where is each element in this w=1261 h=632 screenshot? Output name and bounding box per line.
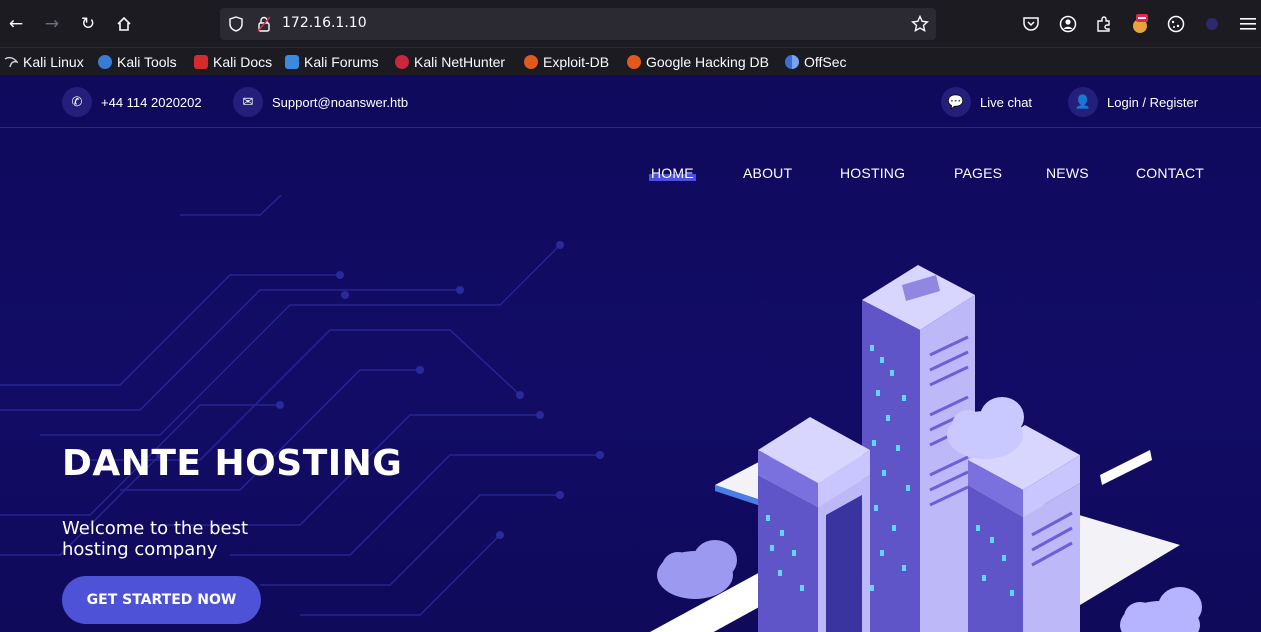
bookmark-label: Kali Linux	[23, 54, 84, 70]
hamburger-menu-icon[interactable]	[1237, 13, 1259, 35]
bookmark-offsec[interactable]: OffSec	[785, 51, 847, 73]
get-started-button[interactable]: GET STARTED NOW	[62, 576, 261, 624]
datacenter-illustration	[650, 265, 1202, 632]
bookmark-star-icon[interactable]	[910, 14, 930, 34]
contact-topbar: ✆ +44 114 2020202 ✉ Support@noanswer.htb…	[0, 75, 1261, 128]
extensions-icon[interactable]	[1093, 13, 1115, 35]
bookmark-label: Google Hacking DB	[646, 54, 769, 70]
phone-icon: ✆	[62, 87, 92, 117]
circuit-background-graphic	[0, 195, 604, 616]
bookmark-google-hacking-db[interactable]: Google Hacking DB	[627, 51, 769, 73]
bookmark-exploit-db[interactable]: Exploit-DB	[524, 51, 609, 73]
user-icon: 👤	[1068, 87, 1098, 117]
bookmark-kali-docs[interactable]: Kali Docs	[194, 51, 272, 73]
ghdb-icon	[627, 55, 641, 69]
email-contact[interactable]: ✉ Support@noanswer.htb	[233, 86, 408, 118]
nethunter-icon	[395, 55, 409, 69]
live-chat-link[interactable]: 💬 Live chat	[941, 86, 1032, 118]
envelope-icon: ✉	[233, 87, 263, 117]
kali-tools-icon	[98, 55, 112, 69]
nav-pages[interactable]: PAGES	[954, 165, 1002, 181]
bookmark-label: Kali NetHunter	[414, 54, 506, 70]
bookmark-label: OffSec	[804, 54, 847, 70]
shield-icon[interactable]	[226, 14, 246, 34]
phone-contact[interactable]: ✆ +44 114 2020202	[62, 86, 202, 118]
cookie-icon[interactable]	[1165, 13, 1187, 35]
browser-toolbar: ← → ↻ 172.16.1.10	[0, 0, 1261, 48]
home-icon[interactable]	[112, 12, 136, 36]
kali-forums-icon	[285, 55, 299, 69]
bookmark-kali-tools[interactable]: Kali Tools	[98, 51, 177, 73]
bookmark-kali-forums[interactable]: Kali Forums	[285, 51, 379, 73]
reload-icon[interactable]: ↻	[76, 12, 100, 36]
offsec-icon	[785, 55, 799, 69]
profile-dot-icon[interactable]	[1201, 13, 1223, 35]
bookmarks-toolbar: Kali Linux Kali Tools Kali Docs Kali For…	[0, 48, 1261, 75]
address-bar[interactable]: 172.16.1.10	[220, 8, 936, 40]
nav-contact[interactable]: CONTACT	[1136, 165, 1204, 181]
web-page: ✆ +44 114 2020202 ✉ Support@noanswer.htb…	[0, 75, 1261, 632]
bookmark-kali-nethunter[interactable]: Kali NetHunter	[395, 51, 505, 73]
url-text[interactable]: 172.16.1.10	[282, 15, 367, 31]
nav-home[interactable]: HOME	[649, 165, 696, 181]
hero-subtitle-line-2: hosting company	[62, 539, 218, 560]
kali-dragon-icon	[4, 55, 19, 69]
hero-title: DANTE HOSTING	[62, 443, 403, 484]
lock-warning-icon[interactable]	[254, 14, 274, 34]
login-register-label: Login / Register	[1107, 94, 1199, 110]
kali-docs-icon	[194, 55, 208, 69]
phone-number: +44 114 2020202	[101, 94, 202, 110]
exploit-db-icon	[524, 55, 538, 69]
hero-subtitle-line-1: Welcome to the best	[62, 518, 249, 539]
nav-about[interactable]: ABOUT	[743, 165, 792, 181]
bookmark-label: Kali Tools	[117, 54, 177, 70]
email-address: Support@noanswer.htb	[272, 94, 409, 110]
account-icon[interactable]	[1057, 13, 1079, 35]
forward-arrow-icon[interactable]: →	[40, 12, 64, 36]
bookmark-kali-linux[interactable]: Kali Linux	[4, 51, 84, 73]
bookmark-label: Kali Forums	[304, 54, 379, 70]
live-chat-label: Live chat	[980, 94, 1033, 110]
bookmark-label: Kali Docs	[213, 54, 273, 70]
login-register-link[interactable]: 👤 Login / Register	[1068, 86, 1198, 118]
foxyproxy-icon[interactable]	[1129, 13, 1151, 35]
back-arrow-icon[interactable]: ←	[4, 12, 28, 36]
nav-news[interactable]: NEWS	[1046, 165, 1089, 181]
nav-hosting[interactable]: HOSTING	[840, 165, 905, 181]
pocket-icon[interactable]	[1020, 13, 1042, 35]
chat-bubble-icon: 💬	[941, 87, 971, 117]
hero-subtitle: Welcome to the best hosting company	[62, 518, 322, 560]
bookmark-label: Exploit-DB	[543, 54, 610, 70]
